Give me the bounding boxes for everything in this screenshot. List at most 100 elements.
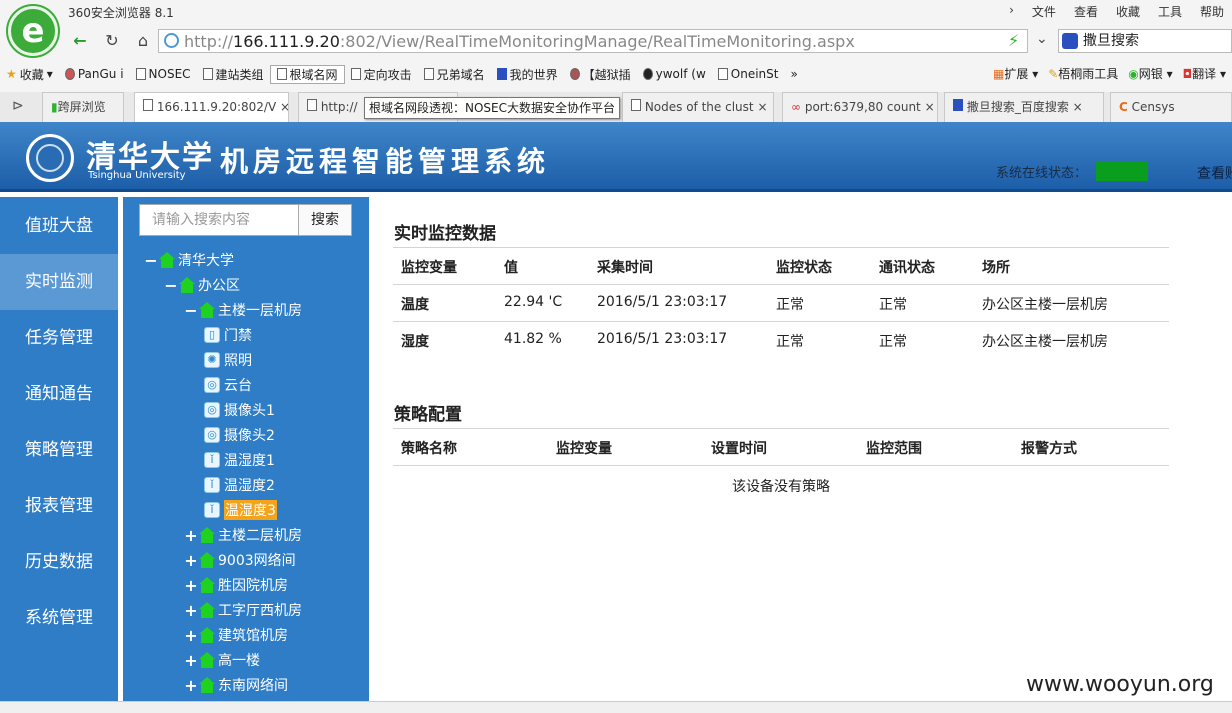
speed-mode-icon[interactable]: ⚡ (1008, 31, 1019, 50)
menu-tools[interactable]: 工具 (1158, 3, 1182, 20)
tree-node-room7[interactable]: + 高一楼 (184, 649, 260, 671)
fav-my-world[interactable]: 我的世界 (491, 66, 564, 83)
menu-view[interactable]: 查看 (1074, 3, 1098, 20)
tree-node-room8[interactable]: + 东南网络间 (184, 674, 288, 696)
browser-menu: › 文件 查看 收藏 工具 帮助 (1009, 3, 1224, 20)
menu-help[interactable]: 帮助 (1200, 3, 1224, 20)
policy-header-time: 设置时间 (711, 441, 767, 457)
home-node-icon (198, 677, 216, 693)
tree-node-room4[interactable]: + 胜因院机房 (184, 574, 288, 596)
page-icon (631, 99, 641, 111)
expand-icon[interactable]: + (184, 676, 198, 695)
ext-extend[interactable]: ▦扩展 ▾ (993, 65, 1038, 82)
browser-search-box[interactable]: 撒旦搜索 (1058, 29, 1232, 53)
paw-icon (496, 68, 507, 80)
menu-favorites[interactable]: 收藏 (1116, 3, 1140, 20)
home-node-icon (178, 277, 196, 293)
tree-node-light[interactable]: ✺ 照明 (204, 349, 252, 371)
collapse-icon[interactable]: − (144, 251, 158, 270)
collapse-icon[interactable]: − (184, 301, 198, 320)
fav-ywolf[interactable]: ywolf (w (637, 67, 712, 81)
view-account-link[interactable]: 查看账 (1197, 163, 1232, 183)
home-node-icon (198, 577, 216, 593)
sidebar-item-task-manage[interactable]: 任务管理 (0, 310, 118, 366)
url-text[interactable]: http://166.111.9.20:802/View/RealTimeMon… (184, 32, 855, 51)
tab-shodan-baidu[interactable]: 撒旦搜索_百度搜索 × (944, 92, 1104, 122)
tree-node-room3[interactable]: +9003网络间 (184, 549, 295, 571)
tree-node-camera1[interactable]: ◎ 摄像头1 (204, 399, 275, 421)
collapse-icon[interactable]: − (164, 276, 178, 295)
tab-current[interactable]: 166.111.9.20:802/V × (134, 92, 289, 122)
ext-wutong-tools[interactable]: ✎梧桐雨工具 (1048, 65, 1118, 82)
door-icon: ▯ (204, 327, 220, 343)
policy-section-title: 策略配置 (394, 405, 462, 425)
refresh-icon[interactable]: ↻ (100, 30, 124, 52)
expand-icon[interactable]: + (184, 651, 198, 670)
tree-node-room2[interactable]: + 主楼二层机房 (184, 524, 302, 546)
tree-node-room6[interactable]: + 建筑馆机房 (184, 624, 288, 646)
tab-nodes[interactable]: Nodes of the clust × (622, 92, 774, 122)
tab-censys[interactable]: C Censys (1110, 92, 1232, 122)
tree-node-office[interactable]: − 办公区 (164, 274, 240, 296)
sidebar-item-history-data[interactable]: 历史数据 (0, 534, 118, 590)
close-icon[interactable]: × (1073, 100, 1083, 114)
home-node-icon (198, 527, 216, 543)
policy-header-variable: 监控变量 (556, 441, 612, 457)
tab-cross-screen[interactable]: ▮跨屏浏览 (42, 92, 124, 122)
fav-nosec[interactable]: NOSEC (130, 67, 197, 81)
tree-node-th1[interactable]: ǐ 温湿度1 (204, 449, 275, 471)
close-icon[interactable]: × (925, 100, 935, 114)
menu-arrow-icon[interactable]: › (1009, 3, 1014, 20)
dropdown-chevron-icon[interactable]: ⌄ (1036, 31, 1048, 47)
expand-icon[interactable]: + (184, 601, 198, 620)
rt-cell-time: 2016/5/1 23:03:17 (597, 331, 728, 347)
fav-site-group[interactable]: 建站类组 (197, 66, 270, 83)
sidebar-item-realtime-monitor[interactable]: 实时监测 (0, 254, 118, 310)
sidebar-item-policy-manage[interactable]: 策略管理 (0, 422, 118, 478)
sidebar-item-duty-board[interactable]: 值班大盘 (0, 198, 118, 254)
tree-search-input[interactable]: 请输入搜索内容 (139, 204, 299, 236)
light-icon: ✺ (204, 352, 220, 368)
sidebar-toggle-icon[interactable]: ⊳ (12, 98, 24, 114)
menu-file[interactable]: 文件 (1032, 3, 1056, 20)
back-icon[interactable]: ← (68, 30, 92, 52)
tree-node-room1[interactable]: − 主楼一层机房 (184, 299, 302, 321)
fav-root-domain[interactable]: 根域名网 (269, 64, 345, 84)
ext-translate[interactable]: ◘翻译 ▾ (1183, 65, 1226, 82)
tree-node-room5[interactable]: + 工字厅西机房 (184, 599, 302, 621)
expand-icon[interactable]: + (184, 576, 198, 595)
close-icon[interactable]: × (280, 100, 288, 114)
tree-node-door[interactable]: ▯ 门禁 (204, 324, 252, 346)
tree-node-th3[interactable]: ǐ 温湿度3 (204, 499, 277, 521)
tree-node-ptz[interactable]: ◎ 云台 (204, 374, 252, 396)
sidebar-item-system-manage[interactable]: 系统管理 (0, 590, 118, 646)
search-engine-label: 撒旦搜索 (1083, 33, 1139, 49)
ext-bank[interactable]: ◉网银 ▾ (1128, 65, 1172, 82)
rt-cell-value: 22.94 'C (504, 294, 563, 310)
tree-node-th2[interactable]: ǐ 温湿度2 (204, 474, 275, 496)
tree-node-camera2[interactable]: ◎ 摄像头2 (204, 424, 275, 446)
fav-oneinst[interactable]: OneinSt (712, 67, 785, 81)
page-icon (276, 68, 287, 80)
paw-icon (953, 99, 963, 111)
fav-sibling-domain[interactable]: 兄弟域名 (418, 66, 491, 83)
tree-search-button[interactable]: 搜索 (298, 204, 352, 236)
fav-more-icon[interactable]: » (784, 67, 803, 81)
page-icon (717, 68, 728, 80)
sidebar-item-notices[interactable]: 通知通告 (0, 366, 118, 422)
home-node-icon (198, 552, 216, 568)
expand-icon[interactable]: + (184, 626, 198, 645)
home-icon[interactable]: ⌂ (131, 30, 155, 52)
fav-jailbreak[interactable]: 【越狱插 (564, 66, 637, 83)
expand-icon[interactable]: + (184, 551, 198, 570)
expand-icon[interactable]: + (184, 526, 198, 545)
fav-collect[interactable]: ★ 收藏 ▾ (0, 66, 59, 83)
rt-cell-location: 办公区主楼一层机房 (982, 334, 1108, 350)
close-icon[interactable]: × (757, 100, 767, 114)
fav-pangu[interactable]: PanGu i (59, 67, 130, 81)
fav-targeted-attack[interactable]: 定向攻击 (345, 66, 418, 83)
rt-cell-time: 2016/5/1 23:03:17 (597, 294, 728, 310)
sidebar-item-report-manage[interactable]: 报表管理 (0, 478, 118, 534)
tree-node-root[interactable]: − 清华大学 (144, 249, 234, 271)
tab-port[interactable]: ∞ port:6379,80 count × (782, 92, 938, 122)
